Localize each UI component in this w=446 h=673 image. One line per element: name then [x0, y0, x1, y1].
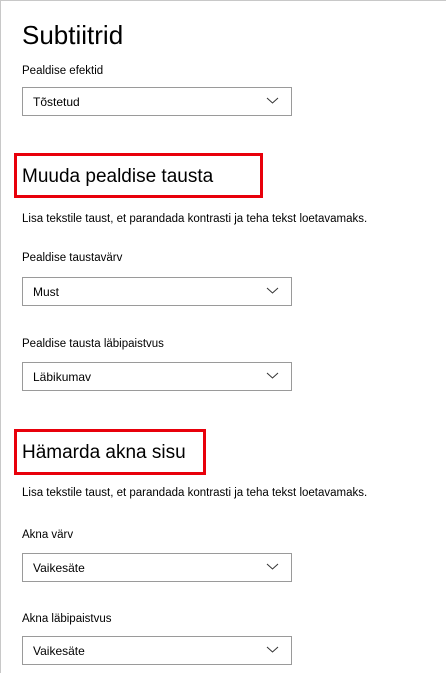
caption-effects-dropdown[interactable]: Tõstetud [22, 87, 292, 116]
caption-background-transparency-dropdown[interactable]: Läbikumav [22, 362, 292, 391]
chevron-down-icon [266, 97, 279, 104]
chevron-down-icon [266, 646, 279, 653]
caption-background-color-value: Must [33, 285, 60, 299]
window-transparency-value: Vaikesäte [33, 644, 85, 658]
caption-background-heading: Muuda pealdise tausta [22, 166, 214, 187]
caption-background-description: Lisa tekstile taust, et parandada kontra… [22, 213, 368, 225]
window-dim-description: Lisa tekstile taust, et parandada kontra… [22, 487, 368, 499]
chevron-down-icon [266, 372, 279, 379]
window-top-border [0, 0, 446, 1]
chevron-down-icon [266, 563, 279, 570]
window-color-value: Vaikesäte [33, 561, 85, 575]
window-transparency-label: Akna läbipaistvus [22, 613, 112, 625]
window-color-dropdown[interactable]: Vaikesäte [22, 553, 292, 582]
caption-background-transparency-value: Läbikumav [33, 370, 92, 384]
caption-background-color-label: Pealdise taustavärv [22, 252, 123, 264]
page-title: Subtiitrid [22, 20, 124, 50]
window-color-label: Akna värv [22, 529, 74, 541]
caption-background-transparency-label: Pealdise tausta läbipaistvus [22, 338, 164, 350]
caption-background-color-dropdown[interactable]: Must [22, 277, 292, 306]
caption-effects-value: Tõstetud [33, 95, 80, 109]
chevron-down-icon [266, 287, 279, 294]
window-transparency-dropdown[interactable]: Vaikesäte [22, 636, 292, 665]
window-dim-heading: Hämarda akna sisu [22, 442, 186, 463]
window-left-border [0, 0, 1, 673]
caption-effects-label: Pealdise efektid [22, 65, 104, 77]
